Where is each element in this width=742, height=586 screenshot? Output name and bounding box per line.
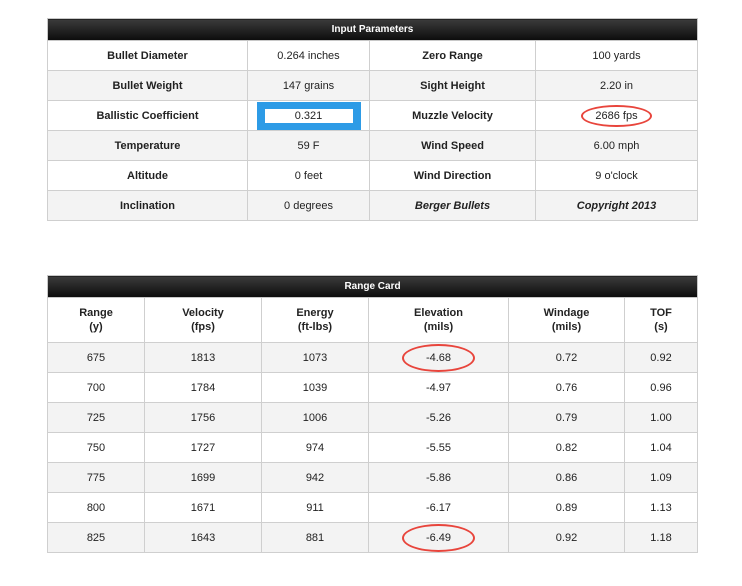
column-header-range: Range (y) [47, 297, 145, 343]
cell-energy: 911 [261, 492, 369, 523]
brand-label: Berger Bullets [369, 190, 536, 221]
table-row: 725 1756 1006 -5.26 0.79 1.00 [47, 402, 699, 433]
param-value: 9 o'clock [534, 160, 699, 191]
cell-energy: 1006 [261, 402, 369, 433]
param-label: Temperature [47, 130, 248, 161]
cell-tof: 1.09 [623, 462, 699, 493]
elevation-value: -4.68 [425, 351, 452, 364]
param-label: Sight Height [369, 70, 536, 101]
cell-velocity: 1699 [144, 462, 262, 493]
table-row: 825 1643 881 -6.49 0.92 1.18 [47, 522, 699, 553]
cell-windage: 0.89 [508, 492, 625, 523]
param-label: Wind Direction [369, 160, 536, 191]
cell-energy: 974 [261, 432, 369, 463]
cell-velocity: 1727 [144, 432, 262, 463]
ballistic-coefficient-value[interactable]: 0.321 [264, 108, 353, 123]
range-card-table: Range Card Range (y) Velocity (fps) Energy… [46, 275, 699, 553]
cell-windage: 0.92 [508, 522, 625, 553]
cell-elevation: -4.97 [368, 372, 509, 403]
cell-tof: 1.00 [623, 402, 699, 433]
param-label: Inclination [47, 190, 248, 221]
param-label: Ballistic Coefficient [47, 100, 248, 131]
cell-range: 800 [47, 492, 145, 523]
table-row: 775 1699 942 -5.86 0.86 1.09 [47, 462, 699, 493]
param-value: 59 F [247, 130, 370, 161]
param-value: 6.00 mph [534, 130, 699, 161]
column-header-windage: Windage (mils) [508, 297, 625, 343]
param-value: 0 degrees [247, 190, 370, 221]
elevation-value: -6.49 [425, 531, 452, 544]
muzzle-velocity-value: 2686 fps [595, 109, 638, 122]
cell-range: 775 [47, 462, 145, 493]
cell-velocity: 1756 [144, 402, 262, 433]
table-row: 800 1671 911 -6.17 0.89 1.13 [47, 492, 699, 523]
param-label: Zero Range [369, 40, 536, 71]
param-value: 0.264 inches [247, 40, 370, 71]
cell-velocity: 1813 [144, 342, 262, 373]
cell-windage: 0.76 [508, 372, 625, 403]
column-header-velocity: Velocity (fps) [144, 297, 262, 343]
table-row: 675 1813 1073 -4.68 0.72 0.92 [47, 342, 699, 373]
ballistic-coefficient-cell: 0.321 [247, 100, 370, 131]
column-header-elevation: Elevation (mils) [368, 297, 509, 343]
cell-tof: 1.18 [623, 522, 699, 553]
param-label: Muzzle Velocity [369, 100, 536, 131]
param-value: 0 feet [247, 160, 370, 191]
cell-tof: 0.96 [623, 372, 699, 403]
cell-range: 675 [47, 342, 145, 373]
cell-range: 825 [47, 522, 145, 553]
table-row: 700 1784 1039 -4.97 0.76 0.96 [47, 372, 699, 403]
param-label: Bullet Weight [47, 70, 248, 101]
cell-energy: 1039 [261, 372, 369, 403]
cell-tof: 1.04 [623, 432, 699, 463]
cell-velocity: 1784 [144, 372, 262, 403]
input-parameters-table: Input Parameters Bullet Diameter 0.264 i… [46, 18, 699, 221]
muzzle-velocity-cell: 2686 fps [534, 100, 699, 131]
param-value: 100 yards [534, 40, 699, 71]
cell-elevation: -6.49 [368, 522, 509, 553]
table-row: 750 1727 974 -5.55 0.82 1.04 [47, 432, 699, 463]
cell-windage: 0.72 [508, 342, 625, 373]
cell-energy: 1073 [261, 342, 369, 373]
cell-windage: 0.82 [508, 432, 625, 463]
column-header-tof: TOF (s) [623, 297, 699, 343]
elevation-circle-annotation: -6.49 [401, 523, 476, 552]
copyright-label: Copyright 2013 [534, 190, 699, 221]
muzzle-velocity-circle-annotation: 2686 fps [581, 104, 652, 127]
elevation-circle-annotation: -4.68 [401, 343, 476, 372]
param-label: Wind Speed [369, 130, 536, 161]
cell-elevation: -6.17 [368, 492, 509, 523]
param-value: 2.20 in [534, 70, 699, 101]
cell-velocity: 1671 [144, 492, 262, 523]
cell-energy: 942 [261, 462, 369, 493]
cell-windage: 0.79 [508, 402, 625, 433]
cell-tof: 0.92 [623, 342, 699, 373]
cell-elevation: -4.68 [368, 342, 509, 373]
range-card-title: Range Card [46, 275, 699, 298]
cell-energy: 881 [261, 522, 369, 553]
cell-elevation: -5.26 [368, 402, 509, 433]
ballistic-coefficient-highlight[interactable]: 0.321 [256, 101, 361, 130]
param-label: Altitude [47, 160, 248, 191]
cell-range: 725 [47, 402, 145, 433]
cell-range: 750 [47, 432, 145, 463]
cell-windage: 0.86 [508, 462, 625, 493]
column-header-energy: Energy (ft-lbs) [261, 297, 369, 343]
cell-elevation: -5.55 [368, 432, 509, 463]
cell-velocity: 1643 [144, 522, 262, 553]
param-label: Bullet Diameter [47, 40, 248, 71]
cell-tof: 1.13 [623, 492, 699, 523]
param-value: 147 grains [247, 70, 370, 101]
input-parameters-title: Input Parameters [46, 18, 699, 41]
cell-range: 700 [47, 372, 145, 403]
cell-elevation: -5.86 [368, 462, 509, 493]
